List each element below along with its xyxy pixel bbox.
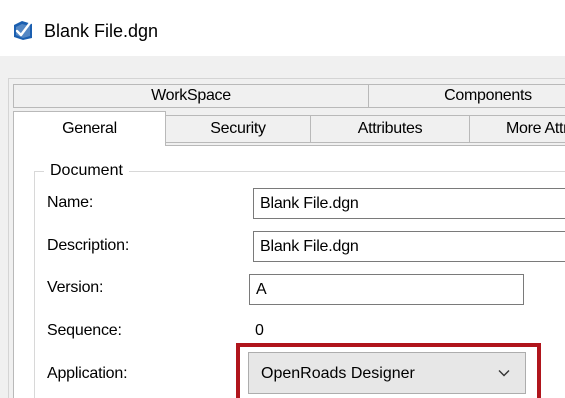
tab-attributes[interactable]: Attributes bbox=[310, 115, 470, 143]
application-label: Application: bbox=[47, 365, 128, 382]
description-field[interactable]: Blank File.dgn bbox=[253, 231, 565, 262]
tab-more-attributes[interactable]: More Attributes bbox=[469, 115, 565, 143]
dialog-frame-top bbox=[8, 78, 565, 79]
tab-security-label: Security bbox=[210, 120, 266, 137]
description-label: Description: bbox=[47, 237, 130, 254]
name-label: Name: bbox=[47, 194, 94, 211]
name-field[interactable]: Blank File.dgn bbox=[253, 188, 565, 219]
sequence-label: Sequence: bbox=[47, 322, 122, 339]
tab-security[interactable]: Security bbox=[165, 115, 311, 143]
version-field[interactable]: A bbox=[249, 274, 524, 305]
sequence-value: 0 bbox=[255, 322, 264, 339]
dialog-frame bbox=[8, 78, 9, 398]
tab-general[interactable]: General bbox=[13, 111, 166, 146]
tab-general-label: General bbox=[62, 120, 117, 137]
version-label: Version: bbox=[47, 279, 104, 296]
tab-attributes-label: Attributes bbox=[357, 120, 423, 137]
tab-more-attributes-label: More Attributes bbox=[506, 120, 565, 137]
highlight-box bbox=[236, 343, 541, 398]
document-group-legend: Document bbox=[44, 160, 129, 182]
tab-components-label: Components bbox=[444, 87, 532, 104]
tab-workspace-label: WorkSpace bbox=[151, 87, 231, 104]
tab-workspace[interactable]: WorkSpace bbox=[13, 84, 369, 108]
tab-components[interactable]: Components bbox=[368, 84, 565, 108]
